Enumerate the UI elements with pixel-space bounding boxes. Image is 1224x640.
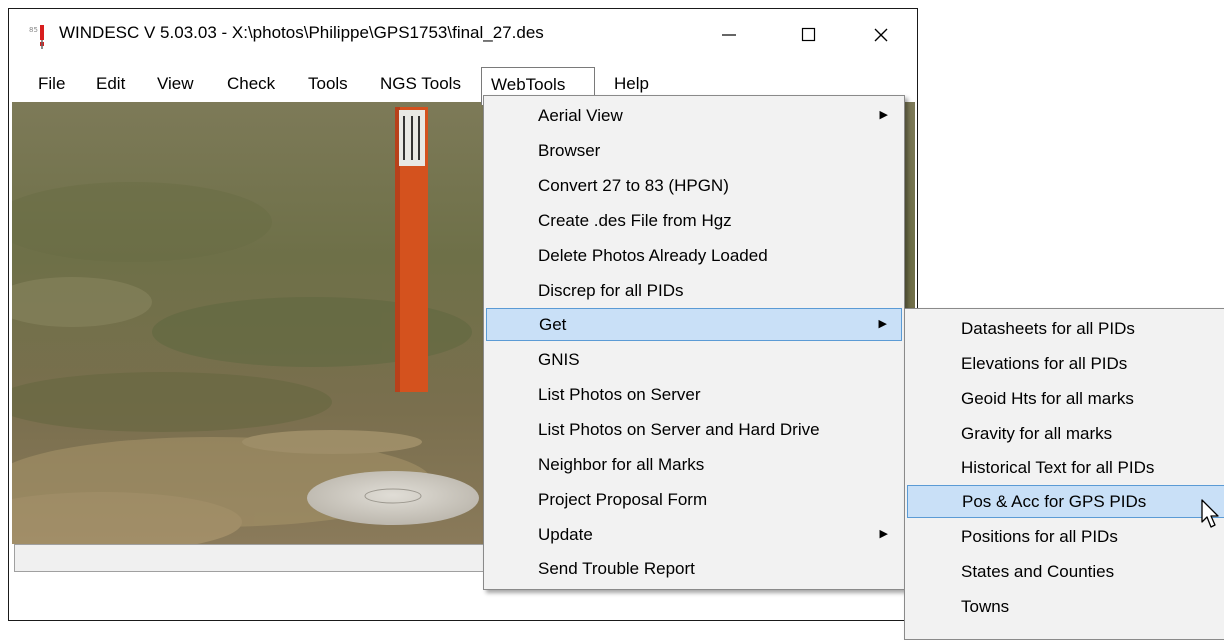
close-button[interactable] [851, 17, 911, 57]
menu-item-list-photos-server[interactable]: List Photos on Server [486, 378, 902, 411]
menu-item-label: Convert 27 to 83 (HPGN) [538, 176, 729, 195]
submenu-arrow-icon: ▶ [879, 109, 888, 121]
menu-item-label: Send Trouble Report [538, 559, 695, 578]
menu-check[interactable]: Check [218, 66, 284, 102]
menu-item-label: Browser [538, 141, 601, 160]
menu-item-label: Elevations for all PIDs [961, 354, 1128, 373]
menu-item-neighbor[interactable]: Neighbor for all Marks [486, 448, 902, 481]
menu-item-label: Gravity for all marks [961, 424, 1113, 443]
minimize-button[interactable] [699, 17, 759, 57]
menu-file[interactable]: File [29, 66, 74, 102]
menu-item-create-des-file[interactable]: Create .des File from Hgz [486, 204, 902, 237]
menu-item-label: Get [539, 315, 567, 334]
menu-item-get[interactable]: Get ▶ [486, 308, 902, 341]
menu-item-project-proposal[interactable]: Project Proposal Form [486, 483, 902, 516]
get-submenu: Datasheets for all PIDs Elevations for a… [904, 308, 1224, 640]
menu-item-label: GNIS [538, 350, 580, 369]
menu-item-send-trouble-report[interactable]: Send Trouble Report [486, 552, 902, 585]
submenu-item-gravity[interactable]: Gravity for all marks [907, 417, 1224, 450]
status-bar [14, 544, 489, 572]
menu-item-label: List Photos on Server [538, 385, 701, 404]
menu-item-label: Towns [961, 597, 1010, 616]
submenu-item-geoid-hts[interactable]: Geoid Hts for all marks [907, 382, 1224, 415]
submenu-item-towns[interactable]: Towns [907, 590, 1224, 623]
menu-view[interactable]: View [148, 66, 203, 102]
menu-item-label: List Photos on Server and Hard Drive [538, 420, 820, 439]
title-bar[interactable]: 85 WINDESC V 5.03.03 - X:\photos\Philipp… [9, 9, 917, 66]
menu-item-label: Create .des File from Hgz [538, 211, 732, 230]
menu-item-discrep[interactable]: Discrep for all PIDs [486, 274, 902, 307]
maximize-button[interactable] [779, 17, 839, 57]
submenu-item-historical-text[interactable]: Historical Text for all PIDs [907, 451, 1224, 484]
menu-item-aerial-view[interactable]: Aerial View ▶ [486, 99, 902, 132]
menu-item-label: Project Proposal Form [538, 490, 708, 509]
submenu-item-positions[interactable]: Positions for all PIDs [907, 520, 1224, 553]
submenu-arrow-icon: ▶ [878, 318, 887, 330]
menu-tools[interactable]: Tools [299, 66, 357, 102]
submenu-item-states-counties[interactable]: States and Counties [907, 555, 1224, 588]
menu-item-update[interactable]: Update ▶ [486, 518, 902, 551]
minimize-icon [721, 27, 737, 48]
menu-item-convert-27-to-83[interactable]: Convert 27 to 83 (HPGN) [486, 169, 902, 202]
menu-item-label: Aerial View [538, 106, 623, 125]
menu-item-label: Neighbor for all Marks [538, 455, 705, 474]
maximize-icon [801, 27, 817, 48]
menu-item-label: Delete Photos Already Loaded [538, 246, 768, 265]
menu-item-label: Geoid Hts for all marks [961, 389, 1134, 408]
submenu-item-datasheets[interactable]: Datasheets for all PIDs [907, 312, 1224, 345]
menu-item-delete-photos[interactable]: Delete Photos Already Loaded [486, 239, 902, 272]
close-icon [873, 27, 889, 48]
menu-item-browser[interactable]: Browser [486, 134, 902, 167]
menu-item-label: States and Counties [961, 562, 1115, 581]
window-title: WINDESC V 5.03.03 - X:\photos\Philippe\G… [59, 23, 544, 42]
menu-item-label: Update [538, 525, 593, 544]
submenu-arrow-icon: ▶ [879, 528, 888, 540]
menu-item-gnis[interactable]: GNIS [486, 343, 902, 376]
mouse-cursor-icon [1201, 499, 1219, 528]
menu-item-label: Discrep for all PIDs [538, 281, 684, 300]
svg-text:85: 85 [29, 26, 38, 34]
app-icon: 85 [29, 25, 44, 49]
menu-ngs-tools[interactable]: NGS Tools [371, 66, 470, 102]
submenu-item-pos-acc-gps[interactable]: Pos & Acc for GPS PIDs [907, 485, 1224, 518]
menu-item-label: Datasheets for all PIDs [961, 319, 1135, 338]
webtools-dropdown-menu: Aerial View ▶ Browser Convert 27 to 83 (… [483, 95, 905, 590]
menu-item-list-photos-server-hard-drive[interactable]: List Photos on Server and Hard Drive [486, 413, 902, 446]
submenu-item-elevations[interactable]: Elevations for all PIDs [907, 347, 1224, 380]
menu-edit[interactable]: Edit [87, 66, 134, 102]
menu-item-label: Positions for all PIDs [961, 527, 1118, 546]
menu-item-label: Historical Text for all PIDs [961, 458, 1155, 477]
menu-item-label: Pos & Acc for GPS PIDs [962, 492, 1147, 511]
